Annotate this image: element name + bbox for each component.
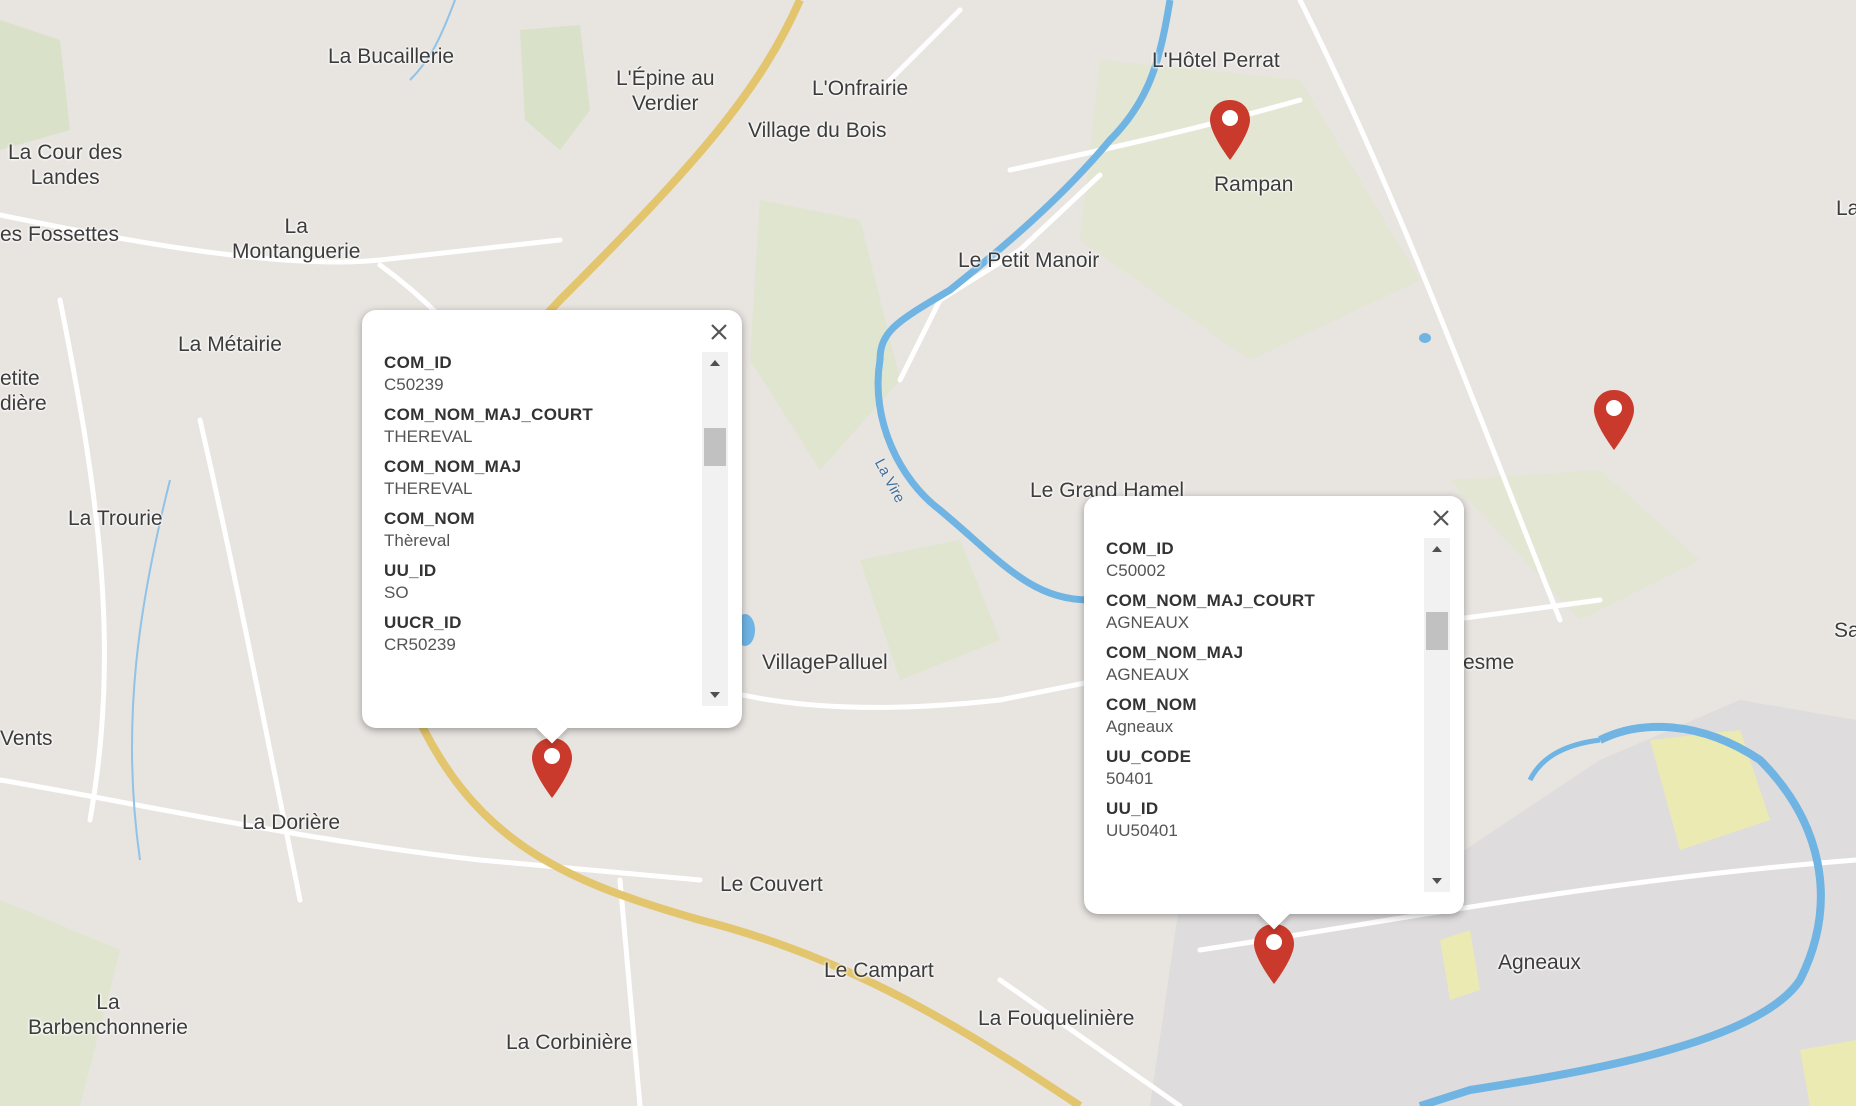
place-label: La Barbenchonnerie (28, 991, 188, 1039)
popup-field: COM_NOM_MAJ_COURT AGNEAUX (1106, 590, 1430, 634)
place-label: La Bucaillerie (328, 45, 455, 68)
place-label: Rampan (1214, 173, 1294, 196)
place-label: La Trourie (68, 507, 163, 530)
place-label: La Fouquelinière (978, 1007, 1135, 1030)
place-label: La Cour des Landes (8, 141, 123, 189)
field-key: UU_ID (1106, 799, 1159, 818)
field-key: COM_NOM_MAJ (1106, 643, 1244, 662)
field-key: UU_ID (384, 561, 437, 580)
info-popup: COM_ID C50002 COM_NOM_MAJ_COURT AGNEAUX … (1084, 496, 1464, 930)
place-label: Village du Bois (748, 119, 887, 142)
triangle-down-icon[interactable] (1424, 870, 1450, 892)
field-key: COM_NOM (384, 509, 475, 528)
field-key: UUCR_ID (384, 613, 462, 632)
place-label: Sa (1834, 619, 1856, 642)
popup-field: COM_NOM_MAJ_COURT THEREVAL (384, 404, 708, 448)
place-label: etite dière (0, 367, 47, 415)
place-label: Le Petit Manoir (958, 249, 1100, 272)
popup-field: UU_CODE 50401 (1106, 746, 1430, 790)
field-value: THEREVAL (384, 479, 473, 498)
field-value: 50401 (1106, 769, 1154, 788)
popup-field: COM_NOM Thèreval (384, 508, 708, 552)
close-icon[interactable] (706, 319, 732, 345)
triangle-down-icon[interactable] (702, 684, 728, 706)
popup-field: UU_ID UU50401 (1106, 798, 1430, 842)
place-label: Vents (0, 727, 53, 750)
field-value: SO (384, 583, 409, 602)
close-icon[interactable] (1428, 505, 1454, 531)
place-label: La Montanguerie (232, 215, 361, 263)
map-pin-icon[interactable] (1208, 98, 1252, 162)
field-value: Agneaux (1106, 717, 1174, 736)
popup-field: UUCR_ID CR50239 (384, 612, 708, 656)
map-pin-icon[interactable] (1252, 922, 1296, 986)
place-label: L'Onfrairie (812, 77, 909, 100)
place-label: es Fossettes (0, 223, 120, 246)
popup-content: COM_ID C50239 COM_NOM_MAJ_COURT THEREVAL… (384, 352, 708, 706)
place-label: Le Couvert (720, 873, 823, 896)
place-label: Agneaux (1498, 951, 1581, 974)
field-value: AGNEAUX (1106, 665, 1190, 684)
popup-field: COM_ID C50239 (384, 352, 708, 396)
field-key: COM_NOM (1106, 695, 1197, 714)
popup-scrollbar[interactable] (702, 352, 728, 706)
triangle-up-icon[interactable] (702, 352, 728, 374)
triangle-up-icon[interactable] (1424, 538, 1450, 560)
map-pin-icon[interactable] (530, 736, 574, 800)
field-key: UU_CODE (1106, 747, 1192, 766)
scrollbar-thumb[interactable] (1426, 612, 1448, 650)
field-value: UU50401 (1106, 821, 1178, 840)
place-label: La (1836, 197, 1856, 220)
popup-field: COM_NOM_MAJ AGNEAUX (1106, 642, 1430, 686)
place-label: La Dorière (242, 811, 341, 834)
scrollbar-thumb[interactable] (704, 428, 726, 466)
field-key: COM_NOM_MAJ_COURT (1106, 591, 1316, 610)
place-label: L'Hôtel Perrat (1152, 49, 1280, 72)
field-value: C50239 (384, 375, 444, 394)
field-value: CR50239 (384, 635, 456, 654)
field-key: COM_NOM_MAJ_COURT (384, 405, 594, 424)
place-label: VillagePalluel (762, 651, 888, 674)
place-label: Le Campart (824, 959, 934, 982)
field-value: Thèreval (384, 531, 451, 550)
field-value: C50002 (1106, 561, 1166, 580)
place-label: La Corbinière (506, 1031, 633, 1054)
field-value: AGNEAUX (1106, 613, 1190, 632)
field-key: COM_NOM_MAJ (384, 457, 522, 476)
popup-field: UU_ID SO (384, 560, 708, 604)
popup-field: COM_ID C50002 (1106, 538, 1430, 582)
map-pin-icon[interactable] (1592, 388, 1636, 452)
map-canvas[interactable]: La Bucaillerie L'Épine au Verdier L'Onfr… (0, 0, 1856, 1106)
place-label: L'Épine au Verdier (616, 67, 715, 115)
field-value: THEREVAL (384, 427, 473, 446)
field-key: COM_ID (1106, 539, 1174, 558)
popup-field: COM_NOM_MAJ THEREVAL (384, 456, 708, 500)
map-basemap (0, 0, 1856, 1106)
popup-content: COM_ID C50002 COM_NOM_MAJ_COURT AGNEAUX … (1106, 538, 1430, 892)
info-popup: COM_ID C50239 COM_NOM_MAJ_COURT THEREVAL… (362, 310, 742, 744)
place-label: resme (1456, 651, 1515, 674)
popup-field: COM_NOM Agneaux (1106, 694, 1430, 738)
place-label: La Métairie (178, 333, 282, 356)
popup-scrollbar[interactable] (1424, 538, 1450, 892)
field-key: COM_ID (384, 353, 452, 372)
